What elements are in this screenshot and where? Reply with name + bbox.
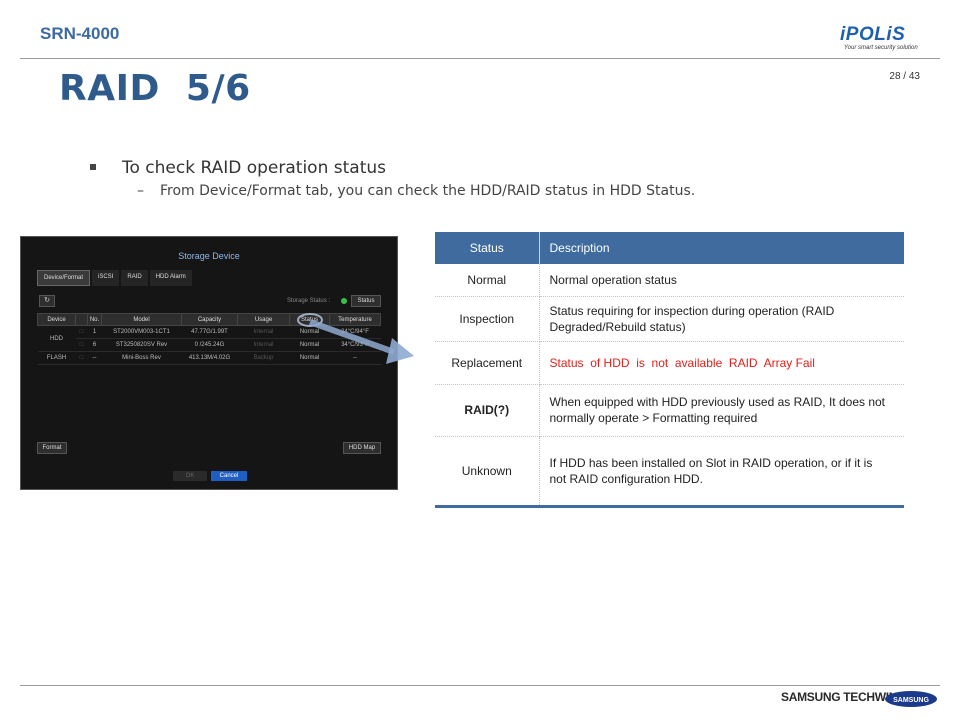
device-cell: HDD (37, 325, 76, 352)
col-capacity: Capacity (181, 313, 238, 326)
status-table-header: Status Description (435, 232, 904, 264)
window-title: Storage Device (178, 251, 240, 261)
table-row: Normal Normal operation status (435, 264, 904, 297)
status-description: When equipped with HDD previously used a… (539, 384, 904, 437)
table-row: Replacement Status of HDD is not availab… (435, 341, 904, 385)
tab-bar: Device/Format iSCSI RAID HDD Alarm (37, 270, 192, 286)
model-cell: Mini-Boss Rev (101, 351, 182, 365)
capacity-cell: 0 /245.24G (181, 338, 238, 352)
tab-raid[interactable]: RAID (121, 270, 148, 286)
capacity-cell: 47.77G/1.99T (181, 325, 238, 339)
page-number: 28 / 43 (889, 71, 920, 82)
hdd-map-button[interactable]: HDD Map (343, 442, 381, 454)
storage-status-label: Storage Status : (287, 298, 331, 304)
company-name: SAMSUNG TECHWIN (781, 690, 898, 704)
refresh-button[interactable]: ↻ (39, 295, 55, 307)
ok-button[interactable]: OK (173, 471, 207, 481)
refresh-icon: ↻ (44, 297, 50, 304)
sub-bullet: – From Device/Format tab, you can check t… (137, 183, 695, 199)
samsung-logo: SAMSUNG (885, 691, 937, 707)
col-model: Model (101, 313, 182, 326)
ipolis-logo: iPOLiS Your smart security solution (840, 25, 930, 55)
main-bullet-text: To check RAID operation status (122, 158, 386, 178)
format-button[interactable]: Format (37, 442, 67, 454)
tab-device-format[interactable]: Device/Format (37, 270, 91, 286)
slide-title: RAID 5/6 (59, 68, 251, 109)
footer-divider (20, 685, 940, 686)
tab-iscsi[interactable]: iSCSI (92, 270, 120, 286)
usage-cell: Internal (237, 325, 290, 339)
capacity-cell: 413.13M/4.02G (181, 351, 238, 365)
sub-bullet-text: From Device/Format tab, you can check th… (160, 183, 696, 199)
usage-cell: Internal (237, 338, 290, 352)
row-checkbox[interactable]: □ (75, 325, 88, 339)
square-bullet-icon (90, 164, 96, 170)
row-checkbox[interactable]: □ (75, 351, 88, 365)
header-description: Description (549, 241, 610, 255)
main-bullet: To check RAID operation status (90, 158, 386, 178)
status-description: Status requiring for inspection during o… (539, 296, 904, 342)
status-button[interactable]: Status (351, 295, 381, 307)
col-usage: Usage (237, 313, 290, 326)
status-description: Status of HDD is not available RAID Arra… (539, 341, 904, 385)
status-description: Normal operation status (539, 264, 904, 297)
logo-tagline: Your smart security solution (844, 45, 918, 51)
samsung-logo-text: SAMSUNG (893, 697, 929, 704)
pointer-arrow-icon (297, 313, 414, 364)
status-name: Unknown (435, 436, 540, 508)
row-checkbox[interactable]: □ (75, 338, 88, 352)
device-cell: FLASH (37, 351, 76, 365)
model-cell: ST3250820SV Rev (101, 338, 182, 352)
header-status: Status (435, 232, 540, 264)
status-name: Inspection (435, 296, 540, 342)
status-name: Replacement (435, 341, 540, 385)
header-divider (20, 58, 940, 59)
table-row: Inspection Status requiring for inspecti… (435, 296, 904, 342)
col-device: Device (37, 313, 76, 326)
tab-hdd-alarm[interactable]: HDD Alarm (149, 270, 192, 286)
status-ok-indicator-icon (341, 298, 347, 304)
usage-cell: Backup (237, 351, 290, 365)
no-cell: -- (87, 351, 102, 365)
logo-wordmark: iPOLiS (840, 24, 906, 45)
raid-status-table: Status Description Normal Normal operati… (435, 232, 904, 508)
cancel-button[interactable]: Cancel (211, 471, 247, 481)
status-name: Normal (435, 264, 540, 297)
product-model: SRN-4000 (40, 24, 120, 43)
col-no: No. (87, 313, 102, 326)
model-cell: ST2000VM003-1CT1 (101, 325, 182, 339)
status-name: RAID(?) (435, 384, 540, 437)
no-cell: 1 (87, 325, 102, 339)
no-cell: 6 (87, 338, 102, 352)
col-select (75, 313, 88, 326)
table-row: RAID(?) When equipped with HDD previousl… (435, 384, 904, 437)
status-description: If HDD has been installed on Slot in RAI… (539, 436, 904, 508)
table-row: Unknown If HDD has been installed on Slo… (435, 436, 904, 508)
dash-bullet-icon: – (137, 183, 144, 199)
